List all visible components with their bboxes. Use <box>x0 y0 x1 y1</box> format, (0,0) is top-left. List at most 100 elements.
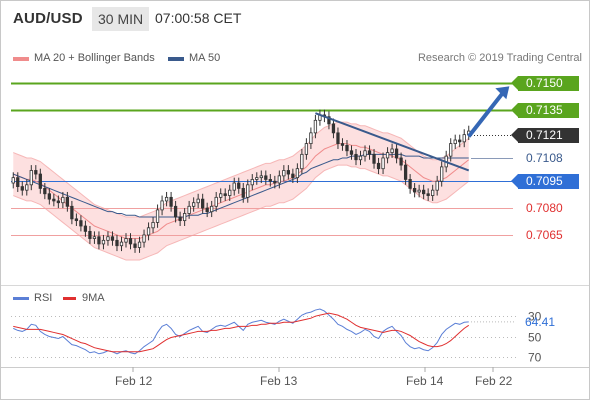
candle-body <box>173 205 178 218</box>
candle-body <box>70 205 74 220</box>
candle-body <box>363 150 367 157</box>
candle-body <box>61 196 65 204</box>
candle-body <box>250 179 254 186</box>
candle-body <box>201 198 205 209</box>
candle-body <box>309 132 313 145</box>
candle-body <box>372 153 376 164</box>
candle-body <box>56 200 60 204</box>
candle-body <box>11 177 15 184</box>
x-label-feb22: Feb 22 <box>475 374 513 388</box>
candle-body <box>246 184 250 198</box>
candle-body <box>97 236 101 245</box>
candle-body <box>349 150 354 155</box>
panel-separator <box>1 285 589 286</box>
candle-body <box>164 196 169 202</box>
price-chart: 70503064.41 <box>1 82 589 372</box>
candle-body <box>449 143 453 157</box>
candle-body <box>282 170 286 177</box>
level-label-0-7065: 0.7065 <box>526 228 563 242</box>
candle-body <box>47 193 51 200</box>
candle-body <box>83 225 88 232</box>
candle-body <box>187 205 191 214</box>
candle-body <box>255 177 259 180</box>
candle-body <box>331 123 336 134</box>
candle-body <box>422 189 426 195</box>
candle-body <box>210 205 214 213</box>
candle-body <box>137 241 142 248</box>
candle-body <box>277 175 281 184</box>
candle-body <box>124 238 128 243</box>
candle-body <box>431 189 435 196</box>
candle-body <box>205 207 209 213</box>
candle-body <box>110 236 115 241</box>
candle-body <box>399 157 403 166</box>
candle-body <box>336 132 340 145</box>
candle-body <box>453 139 457 145</box>
candle-body <box>237 182 241 189</box>
forecast-arrow-shaft <box>467 91 505 138</box>
candle-body <box>155 209 160 223</box>
candle-body <box>151 222 155 229</box>
candle-body <box>182 213 187 222</box>
candle-body <box>25 184 29 191</box>
x-label-feb14: Feb 14 <box>406 374 444 388</box>
x-label-feb13: Feb 13 <box>260 374 298 388</box>
candle-body <box>29 170 33 186</box>
candle-body <box>38 173 42 189</box>
candle-body <box>286 170 290 175</box>
candle-body <box>300 153 304 170</box>
candle-body <box>291 173 295 179</box>
ma9-legend-label: 9MA <box>82 292 105 304</box>
candle-body <box>79 220 83 227</box>
candle-body <box>34 170 38 175</box>
candle-body <box>223 193 227 196</box>
candle-body <box>74 218 79 222</box>
rsi-tick-label: 70 <box>528 351 542 365</box>
candle-body <box>133 243 137 248</box>
candle-body <box>119 241 124 247</box>
candle-body <box>408 179 412 189</box>
candle-body <box>115 239 119 247</box>
candle-body <box>264 175 268 180</box>
candle-body <box>52 198 56 202</box>
x-label-feb12: Feb 12 <box>115 374 153 388</box>
rsi-tick-label: 50 <box>528 331 542 345</box>
candle-body <box>142 234 146 243</box>
candle-body <box>228 189 232 196</box>
candle-body <box>426 193 430 196</box>
candle-body <box>367 150 372 155</box>
candle-body <box>16 177 20 188</box>
chart-widget: AUD/USD 30 MIN 07:00:58 CET MA 20 + Boll… <box>0 0 590 400</box>
candle-body <box>435 180 439 191</box>
candle-body <box>178 216 182 222</box>
ma9-legend-swatch <box>63 297 76 300</box>
candle-body <box>440 166 444 182</box>
candle-body <box>20 186 24 191</box>
candle-body <box>313 119 318 134</box>
candle-body <box>390 148 394 153</box>
candle-body <box>192 202 196 207</box>
candle-body <box>169 196 173 207</box>
candle-body <box>65 196 70 207</box>
candle-body <box>345 144 349 152</box>
candle-body <box>106 236 110 241</box>
candle-body <box>128 238 133 245</box>
candle-body <box>101 239 106 245</box>
candle-body <box>219 193 223 198</box>
candle-body <box>43 187 47 195</box>
rsi-legend-label: RSI <box>34 292 53 304</box>
candle-body <box>354 153 358 161</box>
candle-body <box>196 198 200 204</box>
candle-body <box>160 200 164 211</box>
candle-body <box>146 227 151 236</box>
candle-body <box>358 155 363 161</box>
candle-body <box>394 148 399 159</box>
candle-body <box>241 187 245 198</box>
candle-body <box>381 157 385 170</box>
level-label-0-7135: 0.7135 <box>511 103 579 118</box>
rsi-last-value: 64.41 <box>525 315 555 329</box>
level-label-0-7121: 0.7121 <box>511 128 579 143</box>
level-label-0-7108: 0.7108 <box>526 151 563 165</box>
rsi-ma9-line <box>13 312 470 353</box>
candle-body <box>259 175 263 179</box>
